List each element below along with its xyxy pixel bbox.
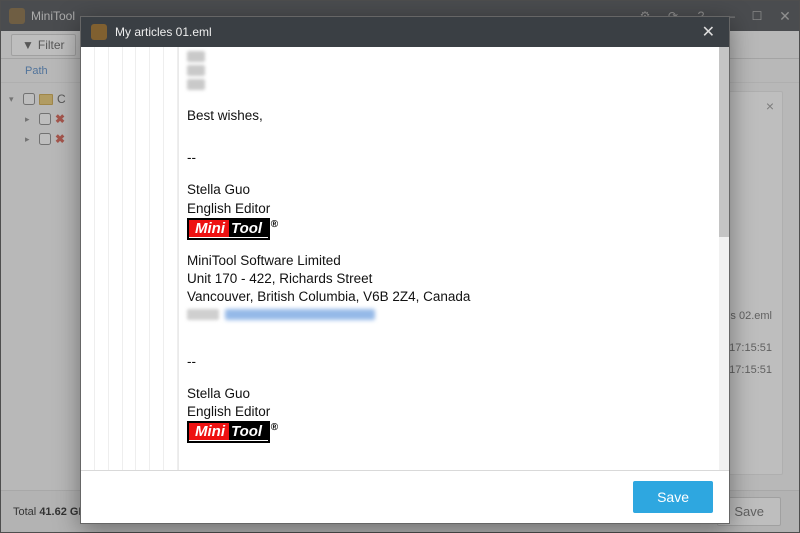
email-content: Best wishes, -- Stella Guo English Edito… (179, 47, 729, 470)
minitool-logo: MiniTool® (187, 218, 270, 240)
company-address-2: Vancouver, British Columbia, V6B 2Z4, Ca… (187, 288, 717, 306)
signature-separator: -- (187, 353, 717, 371)
modal-footer: Save (81, 471, 729, 523)
modal-title: My articles 01.eml (115, 25, 212, 39)
signature-name: Stella Guo (187, 181, 717, 199)
file-icon (91, 24, 107, 40)
redacted-link[interactable] (225, 309, 375, 320)
redacted-text (187, 79, 205, 90)
email-greeting: Best wishes, (187, 107, 717, 125)
redacted-text (187, 65, 205, 76)
scrollbar-thumb[interactable] (719, 47, 729, 237)
signature-separator: -- (187, 149, 717, 167)
minitool-logo: MiniTool® (187, 421, 270, 443)
redacted-text (187, 309, 219, 320)
scrollbar-track[interactable] (719, 47, 729, 470)
company-name: MiniTool Software Limited (187, 252, 717, 270)
email-headers-gutter (81, 47, 179, 470)
modal-save-button[interactable]: Save (633, 481, 713, 513)
redacted-text (187, 51, 205, 62)
modal-close-button[interactable]: ✕ (698, 22, 719, 42)
signature-role: English Editor (187, 403, 717, 421)
signature-name: Stella Guo (187, 385, 717, 403)
modal-header: My articles 01.eml ✕ (81, 17, 729, 47)
preview-modal: My articles 01.eml ✕ Best wishes, -- Ste… (80, 16, 730, 524)
signature-role: English Editor (187, 200, 717, 218)
modal-body: Best wishes, -- Stella Guo English Edito… (81, 47, 729, 471)
company-address-1: Unit 170 - 422, Richards Street (187, 270, 717, 288)
